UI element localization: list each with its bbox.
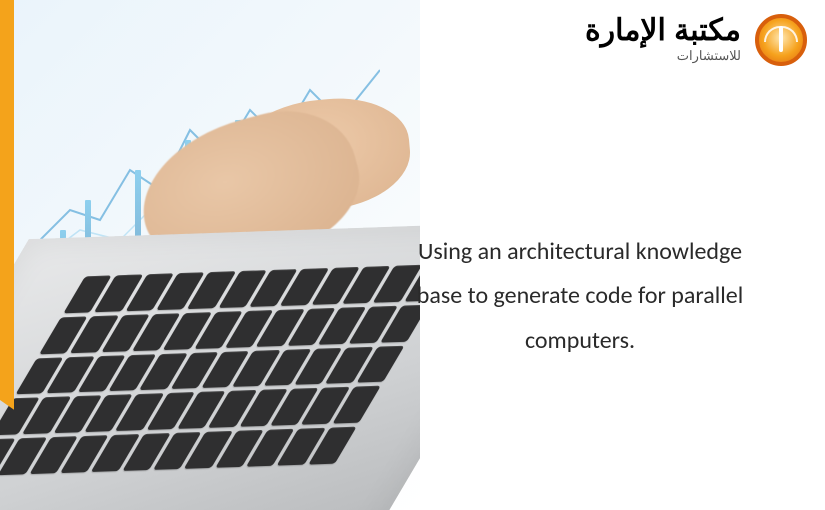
brand-header: مكتبة الإمارة للاستشارات xyxy=(585,14,807,66)
document-title: Using an architectural knowledge base to… xyxy=(365,230,795,363)
lighthouse-icon xyxy=(755,14,807,66)
page-root: مكتبة الإمارة للاستشارات Using an archit… xyxy=(0,0,825,510)
title-line-3: computers. xyxy=(365,319,795,363)
title-line-2: base to generate code for parallel xyxy=(365,274,795,318)
brand-tagline-arabic: للاستشارات xyxy=(677,48,741,64)
title-line-1: Using an architectural knowledge xyxy=(365,230,795,274)
yellow-accent-stripe xyxy=(0,0,14,410)
hero-photo xyxy=(0,0,420,510)
brand-name-arabic: مكتبة الإمارة xyxy=(585,16,741,46)
brand-text: مكتبة الإمارة للاستشارات xyxy=(585,16,741,64)
